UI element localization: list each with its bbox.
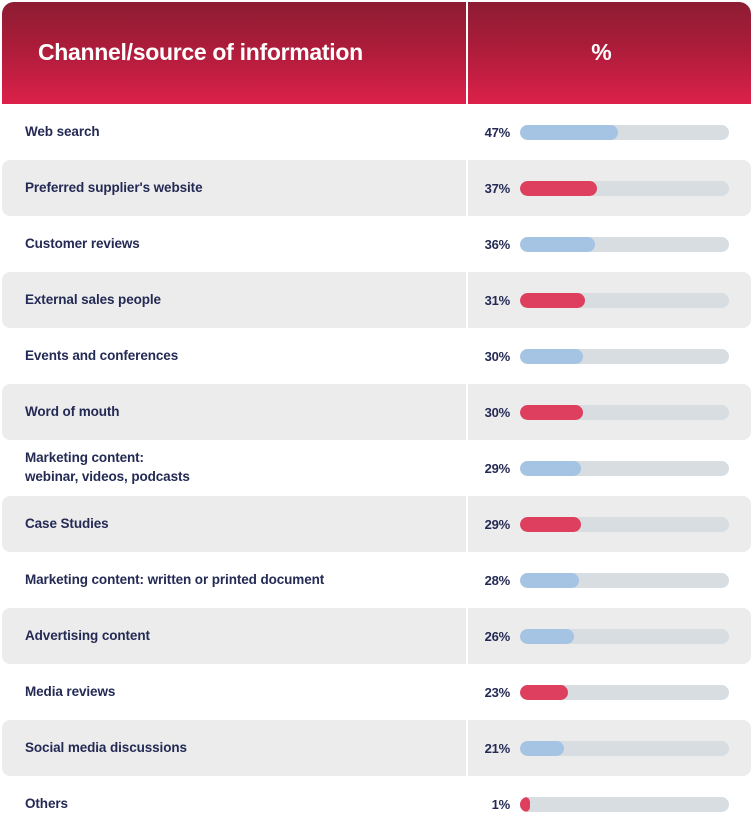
row-label: Word of mouth	[25, 403, 120, 419]
table-row: Preferred supplier's website 37%	[2, 160, 751, 216]
row-bar-track	[520, 180, 729, 196]
table-row: Word of mouth 30%	[2, 384, 751, 440]
row-bar-fill	[520, 124, 619, 140]
row-bar-track	[520, 516, 729, 532]
row-bar-track	[520, 572, 729, 588]
row-value-cell: 23%	[468, 664, 751, 720]
header-cell-channel: Channel/source of information	[2, 2, 466, 104]
row-value-cell: 29%	[468, 440, 751, 496]
row-percent-label: 30%	[484, 404, 511, 420]
row-percent-label: 23%	[484, 684, 511, 700]
header-label-channel: Channel/source of information	[38, 39, 363, 66]
row-label: Advertising content	[25, 627, 150, 643]
row-label-cell: Media reviews	[2, 664, 466, 720]
row-label: Media reviews	[25, 683, 116, 699]
row-label-cell: Social media discussions	[2, 720, 466, 776]
row-label: Web search	[25, 123, 100, 139]
row-bar-fill	[520, 460, 581, 476]
row-bar-track	[520, 404, 729, 420]
row-percent-label: 47%	[484, 124, 511, 140]
table-row: Media reviews 23%	[2, 664, 751, 720]
row-bar-fill	[520, 796, 530, 812]
table-row: Web search 47%	[2, 104, 751, 160]
row-label-cell: Word of mouth	[2, 384, 466, 440]
row-percent-label: 31%	[484, 292, 511, 308]
header-cell-percent: %	[468, 2, 751, 104]
row-bar-fill	[520, 628, 575, 644]
row-label: Preferred supplier's website	[25, 179, 203, 195]
table-body: Web search 47% Preferred supplier's websit…	[0, 104, 753, 832]
row-label-line2: webinar, videos, podcasts	[25, 469, 190, 484]
row-label-cell: Others	[2, 776, 466, 832]
row-percent-label: 1%	[491, 796, 511, 812]
row-bar-track	[520, 348, 729, 364]
table-row: Others 1%	[2, 776, 751, 832]
row-value-cell: 36%	[468, 216, 751, 272]
row-value-cell: 37%	[468, 160, 751, 216]
row-percent-label: 26%	[484, 628, 511, 644]
row-bar-fill	[520, 684, 569, 700]
row-bar-track	[520, 292, 729, 308]
row-label: Customer reviews	[25, 235, 140, 251]
header-label-percent: %	[591, 39, 612, 66]
row-label-cell: External sales people	[2, 272, 466, 328]
row-bar-track	[520, 740, 729, 756]
table-row: Marketing content: written or printed do…	[2, 552, 751, 608]
row-value-cell: 29%	[468, 496, 751, 552]
table-row: External sales people 31%	[2, 272, 751, 328]
row-percent-label: 37%	[484, 180, 511, 196]
row-value-cell: 28%	[468, 552, 751, 608]
row-bar-fill	[520, 404, 583, 420]
row-bar-track	[520, 796, 729, 812]
channel-source-table: Channel/source of information % Web sear…	[0, 2, 753, 832]
row-percent-label: 29%	[484, 516, 511, 532]
row-value-cell: 26%	[468, 608, 751, 664]
table-row: Social media discussions 21%	[2, 720, 751, 776]
row-label: Events and conferences	[25, 347, 179, 363]
row-bar-fill	[520, 740, 564, 756]
row-label-cell: Web search	[2, 104, 466, 160]
row-label: External sales people	[25, 291, 161, 307]
row-label: Case Studies	[25, 515, 109, 531]
row-percent-label: 30%	[484, 348, 511, 364]
row-bar-fill	[520, 236, 596, 252]
row-label: Marketing content: webinar, videos, podca…	[25, 450, 190, 484]
row-percent-label: 21%	[484, 740, 511, 756]
row-value-cell: 30%	[468, 384, 751, 440]
row-label: Others	[25, 795, 68, 811]
row-label: Marketing content: written or printed do…	[25, 571, 325, 587]
row-value-cell: 30%	[468, 328, 751, 384]
row-label-cell: Marketing content: webinar, videos, podca…	[2, 440, 466, 496]
row-value-cell: 21%	[468, 720, 751, 776]
row-percent-label: 29%	[484, 460, 511, 476]
row-percent-label: 36%	[484, 236, 511, 252]
table-row: Marketing content: webinar, videos, podca…	[2, 440, 751, 496]
row-bar-fill	[520, 292, 585, 308]
row-bar-track	[520, 684, 729, 700]
row-label-cell: Marketing content: written or printed do…	[2, 552, 466, 608]
row-bar-fill	[520, 516, 581, 532]
row-bar-fill	[520, 572, 579, 588]
row-bar-fill	[520, 180, 598, 196]
row-percent-label: 28%	[484, 572, 511, 588]
row-bar-track	[520, 124, 729, 140]
table-row: Customer reviews 36%	[2, 216, 751, 272]
row-label-cell: Preferred supplier's website	[2, 160, 466, 216]
row-bar-track	[520, 236, 729, 252]
row-label-cell: Events and conferences	[2, 328, 466, 384]
table-row: Advertising content 26%	[2, 608, 751, 664]
row-bar-fill	[520, 348, 583, 364]
row-bar-track	[520, 628, 729, 644]
row-label: Social media discussions	[25, 739, 187, 755]
row-label-cell: Customer reviews	[2, 216, 466, 272]
row-value-cell: 47%	[468, 104, 751, 160]
row-label-cell: Advertising content	[2, 608, 466, 664]
table-row: Case Studies 29%	[2, 496, 751, 552]
row-label-cell: Case Studies	[2, 496, 466, 552]
row-value-cell: 1%	[468, 776, 751, 832]
row-value-cell: 31%	[468, 272, 751, 328]
table-header: Channel/source of information %	[2, 2, 751, 104]
table-row: Events and conferences 30%	[2, 328, 751, 384]
row-bar-track	[520, 460, 729, 476]
